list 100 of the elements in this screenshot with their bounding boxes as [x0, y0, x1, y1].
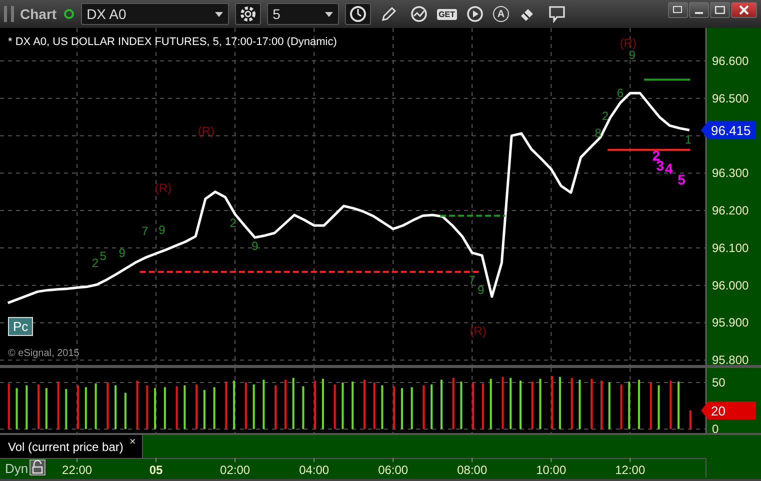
- volume-bar: [284, 380, 286, 430]
- volume-bar: [196, 384, 198, 430]
- maximize-button[interactable]: [710, 2, 730, 18]
- volume-bar: [302, 386, 304, 430]
- volume-bar: [26, 385, 28, 430]
- volume-bar: [225, 382, 228, 430]
- volume-bar: [292, 378, 294, 430]
- chart-marker: 2: [230, 216, 236, 230]
- volume-bar: [422, 385, 425, 430]
- interval-dropdown[interactable]: 5: [266, 3, 339, 25]
- volume-bar: [146, 385, 148, 430]
- volume-bar: [77, 385, 80, 430]
- price-tag: 96.415: [701, 121, 756, 140]
- volume-bar: [460, 382, 462, 430]
- auto-button[interactable]: A: [493, 6, 510, 22]
- close-button[interactable]: [731, 2, 757, 18]
- volume-bar: [472, 382, 474, 430]
- chart-marker: (R): [154, 181, 172, 196]
- volume-bar: [184, 385, 186, 430]
- restore-button[interactable]: [668, 2, 688, 18]
- volume-bar: [670, 380, 672, 430]
- chart-marker: 7: [468, 273, 476, 288]
- close-button[interactable]: ×: [129, 436, 136, 448]
- grip-icon[interactable]: [4, 6, 14, 22]
- volume-bar: [400, 388, 403, 430]
- pc-button[interactable]: Pc: [8, 317, 34, 336]
- time-label: 10:00: [536, 463, 566, 477]
- axis-label: 96.100: [712, 240, 749, 255]
- chart-marker: 9: [477, 283, 484, 298]
- volume-bar: [502, 376, 504, 430]
- settings-button[interactable]: [234, 3, 261, 25]
- volume-bar: [352, 382, 354, 430]
- volume-bar: [578, 380, 581, 430]
- chart-marker: 9: [251, 239, 258, 254]
- time-label: 05: [149, 463, 163, 477]
- chart-marker: 9: [158, 222, 166, 237]
- volume-bar: [262, 380, 265, 430]
- volume-bar: [164, 387, 166, 430]
- volume-bar: [430, 384, 433, 430]
- volume-bar: [124, 392, 126, 430]
- volume-bar: [322, 378, 324, 430]
- maximize-icon: [715, 6, 725, 14]
- status-icon: [62, 8, 75, 20]
- volume-bar: [233, 380, 236, 430]
- symbol-dropdown[interactable]: DX A0: [80, 3, 229, 25]
- volume-bar: [314, 380, 316, 430]
- volume-bar: [16, 388, 18, 430]
- time-label: 02:00: [220, 463, 250, 477]
- axis-label: 0: [712, 422, 719, 433]
- mode-label[interactable]: Dyn: [5, 461, 28, 476]
- volume-bar: [84, 387, 87, 430]
- time-label: 12:00: [615, 463, 646, 477]
- axis-label: 95.800: [712, 353, 749, 365]
- axis-label: 96.300: [712, 166, 749, 180]
- clock-button[interactable]: [344, 3, 371, 25]
- volume-bar: [620, 384, 622, 430]
- copyright: © eSignal, 2015: [8, 348, 80, 359]
- volume-bar: [628, 382, 630, 430]
- volume-bar: [650, 382, 652, 430]
- get-button[interactable]: GET: [436, 8, 458, 20]
- volume-bar: [252, 384, 255, 430]
- volume-bar: [539, 378, 542, 430]
- volume-bar: [244, 382, 247, 430]
- volume-bar: [600, 380, 603, 430]
- volume-bar: [274, 385, 277, 430]
- volume-bar: [154, 388, 156, 430]
- chart-marker: 9: [628, 48, 636, 62]
- volume-bar: [114, 385, 117, 430]
- volume-bar: [57, 382, 60, 430]
- volume-tag: 20: [701, 401, 756, 420]
- minimize-button[interactable]: [689, 2, 709, 18]
- chart-marker: (R): [470, 324, 486, 338]
- chart-marker: 7: [142, 224, 148, 238]
- axis-label: 96.200: [712, 204, 749, 218]
- volume-bar: [551, 376, 554, 430]
- axis-label: 95.900: [712, 316, 749, 330]
- time-label: 06:00: [378, 463, 408, 477]
- volume-bar: [608, 382, 610, 430]
- time-label: 22:00: [62, 463, 92, 477]
- window-icon: [673, 6, 683, 14]
- volume-bar: [510, 378, 512, 430]
- chart-marker: 6: [616, 86, 624, 100]
- lock-icon[interactable]: [30, 460, 46, 476]
- chart-header: * DX A0, US DOLLAR INDEX FUTURES, 5, 17:00-17:00 (Dynamic): [8, 36, 337, 48]
- volume-bar: [440, 380, 442, 430]
- volume-bar: [531, 382, 534, 430]
- axis-label: 96.500: [712, 91, 749, 106]
- chart-marker: (R): [198, 124, 215, 138]
- volume-bar: [393, 386, 396, 430]
- volume-bar: [590, 378, 593, 430]
- indicator-label: Vol (current price bar): [8, 440, 124, 454]
- volume-bar: [490, 378, 492, 430]
- volume-bar: [363, 380, 366, 430]
- chart-marker: 4: [664, 160, 673, 176]
- volume-bar: [106, 382, 109, 430]
- caret-icon: [324, 12, 333, 16]
- volume-bar: [570, 378, 573, 430]
- chart-marker: 2: [92, 256, 99, 270]
- volume-bar: [94, 383, 97, 430]
- volume-bar: [342, 382, 344, 430]
